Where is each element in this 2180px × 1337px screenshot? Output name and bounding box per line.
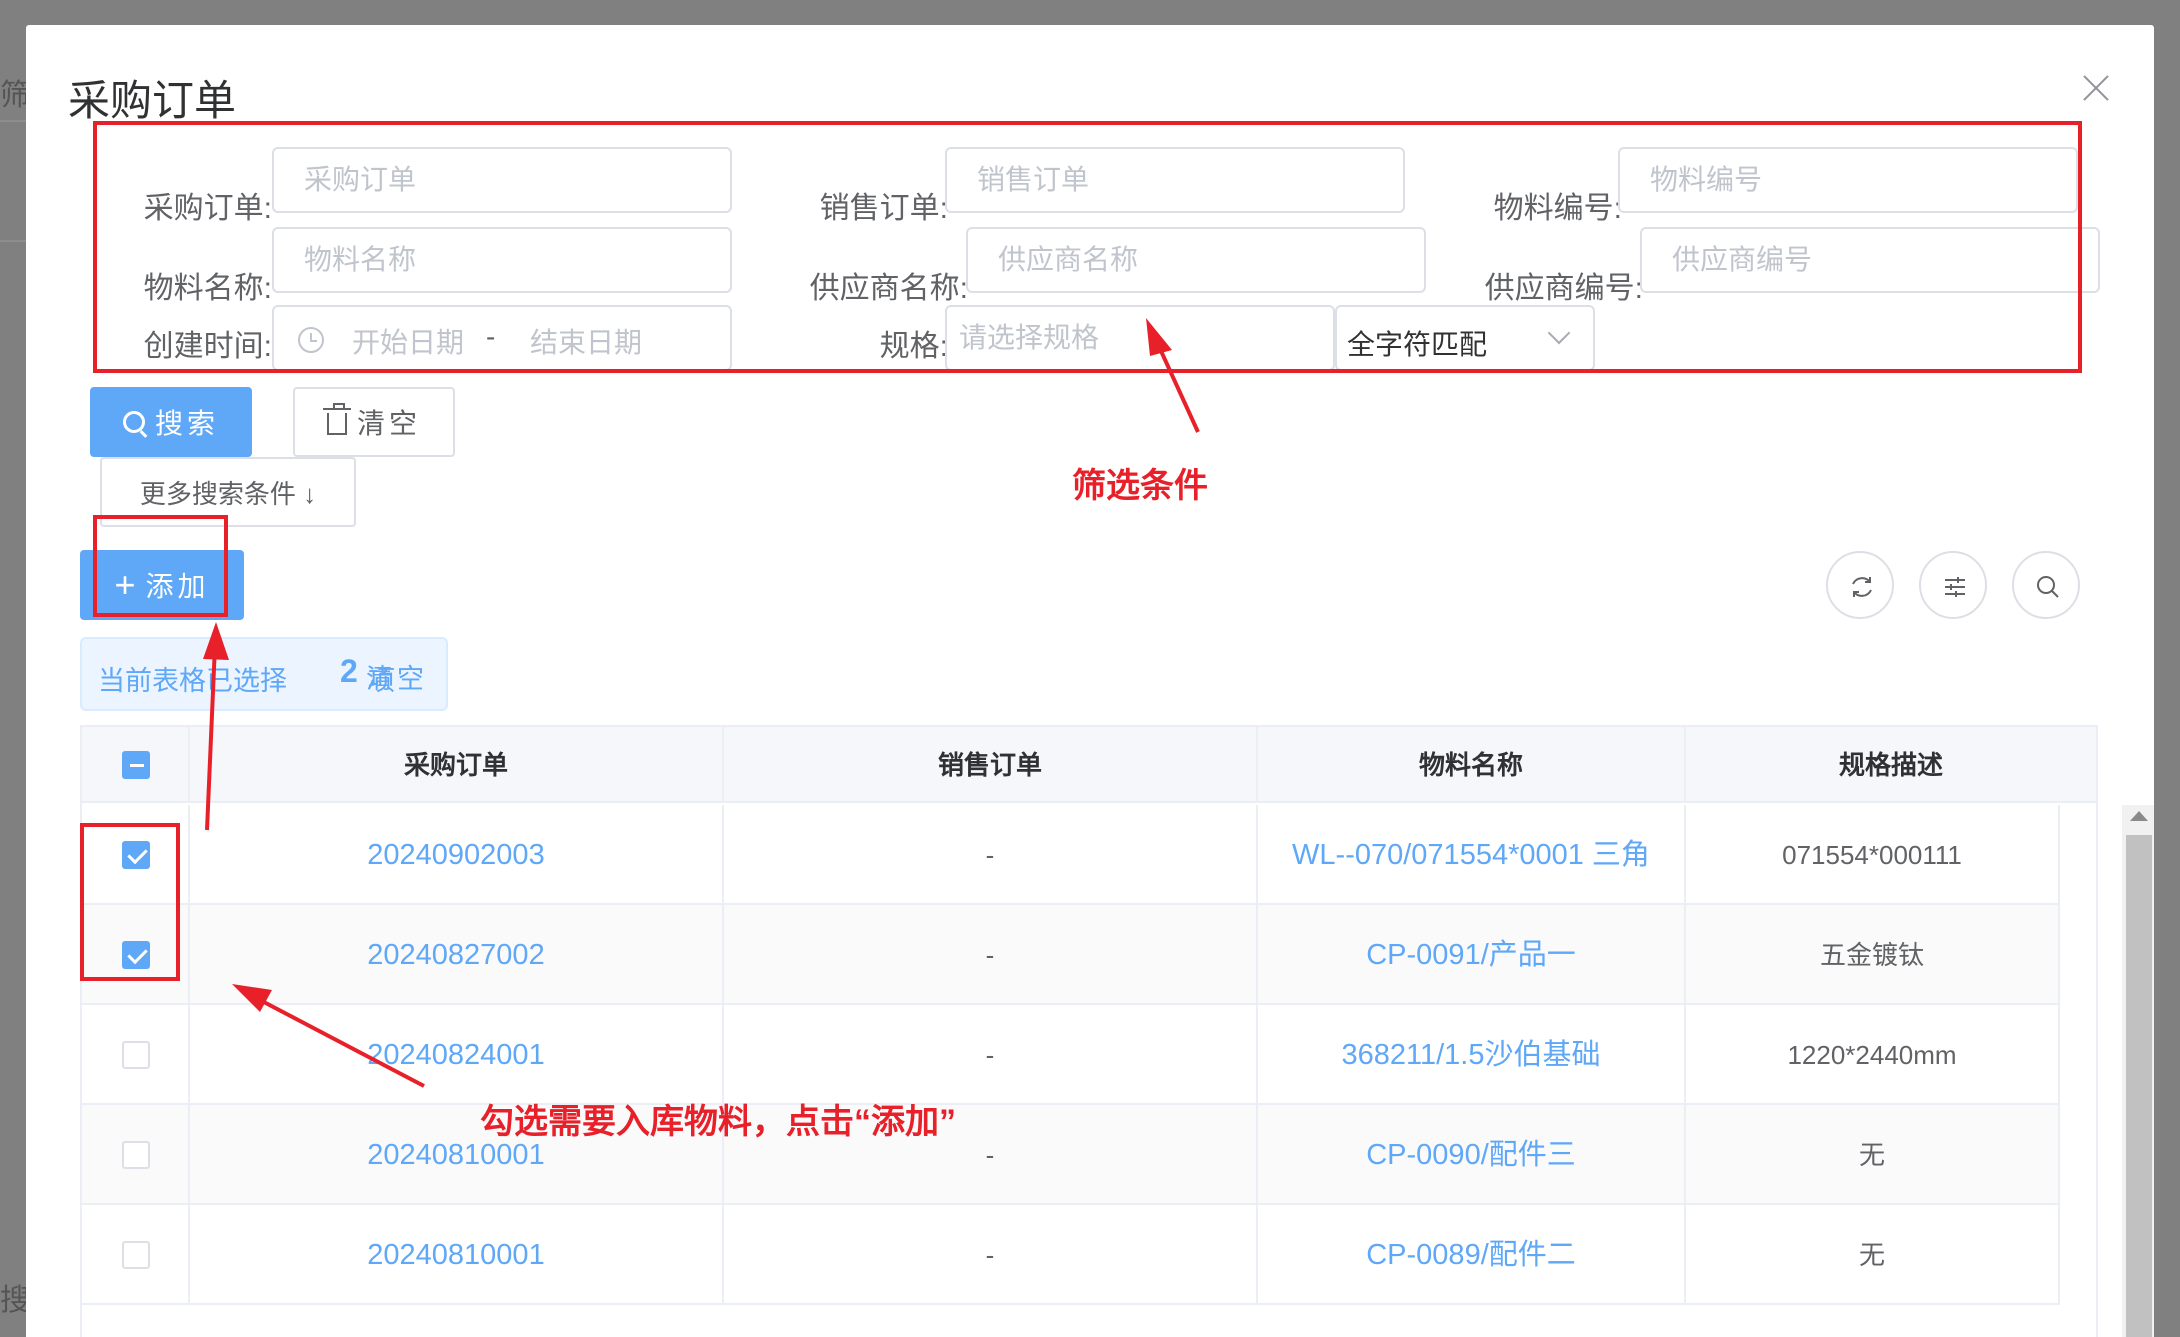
arrow-head — [1146, 318, 1172, 356]
arrow-to-filters — [1154, 339, 1200, 433]
arrow-to-checkboxes — [259, 998, 425, 1088]
arrow-to-add — [205, 644, 217, 831]
arrow-head — [232, 984, 272, 1012]
annotation-arrows — [203, 318, 1200, 1088]
arrow-head — [203, 622, 229, 660]
